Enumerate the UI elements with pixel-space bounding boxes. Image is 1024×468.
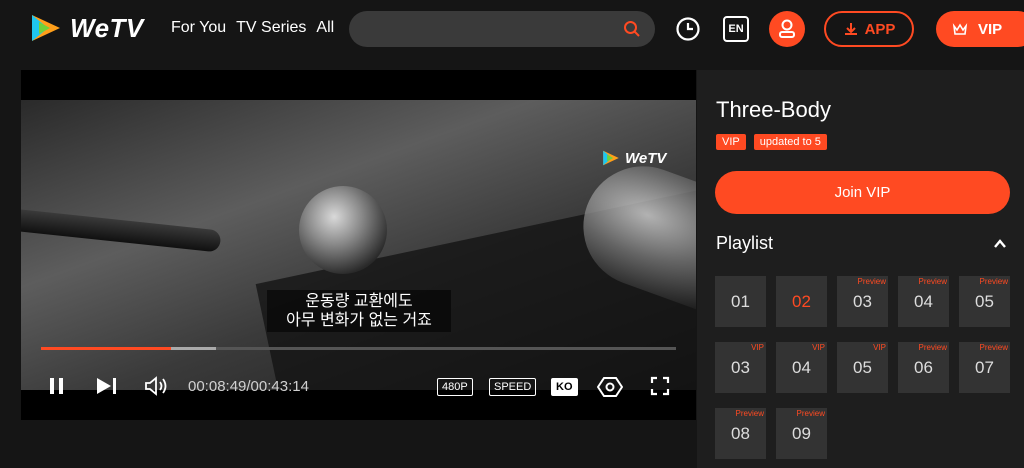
nav-for-you[interactable]: For You xyxy=(171,19,226,37)
watermark-logo-icon xyxy=(603,150,619,166)
vip-button[interactable]: VIP xyxy=(936,11,1024,47)
search-icon[interactable] xyxy=(623,20,641,38)
wetv-logo-icon xyxy=(32,15,60,41)
episode-button[interactable]: 08 Preview xyxy=(715,408,766,459)
episode-button[interactable]: 03 Preview xyxy=(837,276,888,327)
vip-label: VIP xyxy=(978,20,1003,38)
episode-button[interactable]: 09 Preview xyxy=(776,408,827,459)
episode-panel: Three-Body VIP updated to 5 Join VIP Pla… xyxy=(697,70,1024,468)
speed-button[interactable]: SPEED xyxy=(489,378,537,396)
episode-number: 04 xyxy=(792,357,811,377)
nav-all[interactable]: All xyxy=(316,19,334,37)
download-app-button[interactable]: APP xyxy=(824,11,914,47)
top-header: WeTV For You TV Series All EN APP VIP xyxy=(0,0,1024,58)
episode-number: 03 xyxy=(853,291,872,311)
download-icon xyxy=(844,23,857,35)
episode-number: 03 xyxy=(731,357,750,377)
video-player[interactable]: WeTV 운동량 교환에도 아무 변화가 없는 거죠 00:08:49/00:4… xyxy=(21,70,696,420)
subtitle-line-1: 운동량 교환에도 xyxy=(305,293,413,310)
quality-button[interactable]: 480P xyxy=(437,378,473,396)
played-bar xyxy=(41,347,171,350)
nav-tv-series[interactable]: TV Series xyxy=(236,19,306,37)
preview-mark: Preview xyxy=(857,277,886,286)
join-vip-button[interactable]: Join VIP xyxy=(715,171,1010,214)
main-nav: For You TV Series All xyxy=(171,19,334,37)
wetv-logo[interactable]: WeTV xyxy=(28,12,144,44)
episode-number: 07 xyxy=(975,357,994,377)
vip-badge: VIP xyxy=(716,134,746,150)
update-badge: updated to 5 xyxy=(753,134,827,150)
wetv-watermark: WeTV xyxy=(601,149,666,167)
player-controls: 00:08:49/00:43:14 480P SPEED KO xyxy=(21,370,696,404)
pause-icon[interactable] xyxy=(47,375,67,397)
badges: VIP updated to 5 xyxy=(716,134,827,150)
user-icon xyxy=(779,19,795,38)
vip-mark: VIP xyxy=(812,343,825,352)
episode-number: 02 xyxy=(792,291,811,311)
episode-button[interactable]: 01 xyxy=(715,276,766,327)
subtitle-line-2: 아무 변화가 없는 거죠 xyxy=(286,312,432,329)
progress-bar[interactable] xyxy=(41,347,676,350)
episode-button[interactable]: 05 VIP xyxy=(837,342,888,393)
user-avatar-button[interactable] xyxy=(769,11,805,47)
settings-icon[interactable] xyxy=(597,375,623,399)
volume-icon[interactable] xyxy=(143,375,169,397)
preview-mark: Preview xyxy=(918,343,947,352)
vip-mark: VIP xyxy=(751,343,764,352)
episode-button[interactable]: 06 Preview xyxy=(898,342,949,393)
logo-text: WeTV xyxy=(70,12,144,43)
app-label: APP xyxy=(864,20,896,38)
preview-mark: Preview xyxy=(796,409,825,418)
episode-button[interactable]: 07 Preview xyxy=(959,342,1010,393)
preview-mark: Preview xyxy=(979,343,1008,352)
episode-number: 01 xyxy=(731,291,750,311)
episode-number: 06 xyxy=(914,357,933,377)
subtitle-language-button[interactable]: KO xyxy=(551,378,578,396)
crown-icon xyxy=(952,23,968,35)
episode-number: 09 xyxy=(792,423,811,443)
episode-number: 05 xyxy=(853,357,872,377)
chevron-up-icon[interactable] xyxy=(992,236,1008,252)
next-icon[interactable] xyxy=(94,375,120,397)
preview-mark: Preview xyxy=(918,277,947,286)
episode-button[interactable]: 02 xyxy=(776,276,827,327)
show-title: Three-Body xyxy=(716,97,831,122)
episode-button[interactable]: 05 Preview xyxy=(959,276,1010,327)
subtitle-box: 운동량 교환에도 아무 변화가 없는 거죠 xyxy=(267,290,451,332)
vip-mark: VIP xyxy=(873,343,886,352)
scene-ball xyxy=(299,186,387,274)
scene-cue-stick xyxy=(21,205,222,253)
episode-button[interactable]: 03 VIP xyxy=(715,342,766,393)
preview-mark: Preview xyxy=(735,409,764,418)
episode-grid: 01 02 03 Preview 04 Preview 05 Preview 03 VIP 04 VI… xyxy=(715,276,1010,459)
time-display: 00:08:49/00:43:14 xyxy=(188,378,309,395)
history-clock-icon[interactable] xyxy=(675,16,701,42)
playlist-title: Playlist xyxy=(716,233,774,253)
episode-number: 05 xyxy=(975,291,994,311)
episode-button[interactable]: 04 VIP xyxy=(776,342,827,393)
episode-button[interactable]: 04 Preview xyxy=(898,276,949,327)
preview-mark: Preview xyxy=(979,277,1008,286)
episode-number: 04 xyxy=(914,291,933,311)
fullscreen-icon[interactable] xyxy=(649,375,671,397)
episode-number: 08 xyxy=(731,423,750,443)
watermark-text: WeTV xyxy=(625,149,667,167)
search-input[interactable] xyxy=(349,11,655,47)
language-button[interactable]: EN xyxy=(723,16,749,42)
